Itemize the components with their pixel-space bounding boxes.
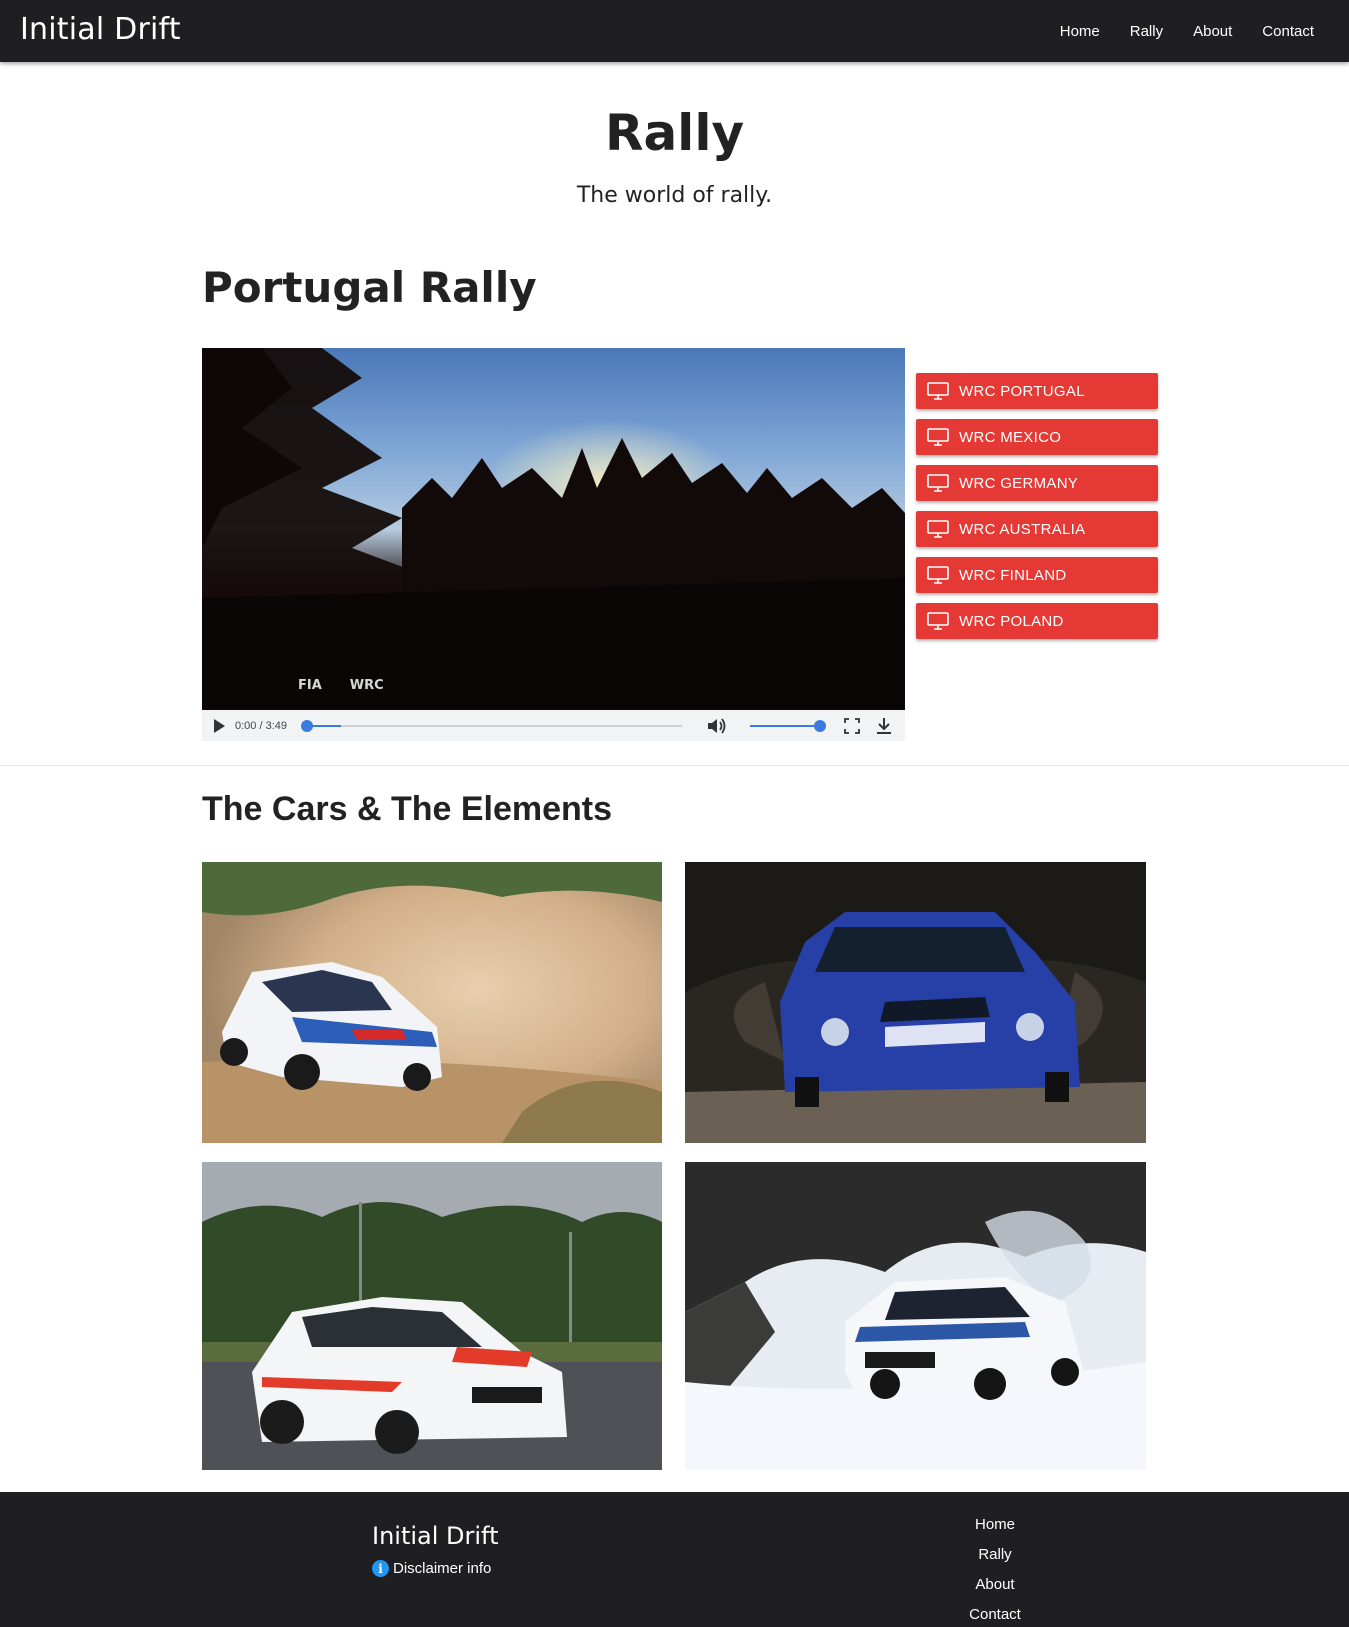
button-label: WRC POLAND xyxy=(959,612,1064,630)
volume-knob[interactable] xyxy=(814,719,826,732)
wrc-australia-button[interactable]: WRC AUSTRALIA xyxy=(916,511,1158,547)
wrc-finland-button[interactable]: WRC FINLAND xyxy=(916,557,1158,593)
nav-link-about[interactable]: About xyxy=(1193,23,1232,40)
play-icon[interactable] xyxy=(214,718,225,733)
footer-brand: Initial Drift xyxy=(372,1522,499,1550)
gallery-photo-blue-subaru xyxy=(685,862,1146,1143)
monitor-icon xyxy=(927,520,949,538)
section-divider xyxy=(0,765,1349,766)
info-icon: i xyxy=(372,1560,389,1577)
wrc-poland-button[interactable]: WRC POLAND xyxy=(916,603,1158,639)
video-section-title: Portugal Rally xyxy=(202,263,537,312)
monitor-icon xyxy=(927,382,949,400)
gallery-section-title: The Cars & The Elements xyxy=(202,790,613,828)
disclaimer-link[interactable]: i Disclaimer info xyxy=(372,1560,491,1577)
wrc-portugal-button[interactable]: WRC PORTUGAL xyxy=(916,373,1158,409)
page-title: Rally xyxy=(604,104,745,162)
monitor-icon xyxy=(927,474,949,492)
footer-links: Home Rally About Contact xyxy=(930,1510,1060,1627)
gallery-photo-snow-subaru xyxy=(685,1162,1146,1470)
rally-video-buttons: WRC PORTUGAL WRC MEXICO WRC GERMANY WRC … xyxy=(916,373,1158,649)
button-label: WRC PORTUGAL xyxy=(959,382,1085,400)
progress-knob[interactable] xyxy=(301,719,313,732)
video-progress-bar[interactable] xyxy=(301,719,682,732)
disclaimer-label: Disclaimer info xyxy=(393,1560,492,1577)
volume-fill xyxy=(750,724,820,727)
dust-rally-car-image xyxy=(202,862,662,1143)
video-player[interactable]: FIA WRC 0:00 / 3:49 xyxy=(202,348,905,741)
fullscreen-icon[interactable] xyxy=(844,717,860,734)
footer-link-home[interactable]: Home xyxy=(930,1510,1060,1540)
volume-icon[interactable] xyxy=(706,716,728,736)
button-label: WRC AUSTRALIA xyxy=(959,520,1086,538)
button-label: WRC GERMANY xyxy=(959,474,1079,492)
gallery-photo-dust-rally-car xyxy=(202,862,662,1143)
white-ds3-image xyxy=(202,1162,662,1470)
button-label: WRC MEXICO xyxy=(959,428,1062,446)
nav-link-contact[interactable]: Contact xyxy=(1262,23,1314,40)
fia-logo: FIA xyxy=(298,678,322,693)
nav-link-home[interactable]: Home xyxy=(1060,23,1100,40)
wrc-logo: WRC xyxy=(349,678,384,693)
snow-subaru-image xyxy=(685,1162,1146,1470)
footer-link-rally[interactable]: Rally xyxy=(930,1540,1060,1570)
download-icon[interactable] xyxy=(876,717,892,735)
footer-link-contact[interactable]: Contact xyxy=(930,1600,1060,1627)
wrc-germany-button[interactable]: WRC GERMANY xyxy=(916,465,1158,501)
nav-link-rally[interactable]: Rally xyxy=(1130,23,1163,40)
monitor-icon xyxy=(927,612,949,630)
brand-logo[interactable]: Initial Drift xyxy=(20,12,181,47)
video-still-image xyxy=(202,348,905,710)
gallery-photo-white-ds3 xyxy=(202,1162,662,1470)
monitor-icon xyxy=(927,428,949,446)
blue-subaru-image xyxy=(685,862,1146,1143)
volume-slider[interactable] xyxy=(750,719,826,732)
top-navbar: Initial Drift Home Rally About Contact xyxy=(0,0,1349,62)
video-time: 0:00 / 3:49 xyxy=(235,719,287,732)
footer-link-about[interactable]: About xyxy=(930,1570,1060,1600)
wrc-mexico-button[interactable]: WRC MEXICO xyxy=(916,419,1158,455)
video-frame[interactable]: FIA WRC xyxy=(202,348,905,710)
video-controls: 0:00 / 3:49 xyxy=(202,710,905,741)
button-label: WRC FINLAND xyxy=(959,566,1067,584)
monitor-icon xyxy=(927,566,949,584)
page-subtitle: The world of rally. xyxy=(576,183,773,208)
nav-links: Home Rally About Contact xyxy=(1060,0,1349,62)
video-logos: FIA WRC xyxy=(298,678,384,693)
footer: Initial Drift i Disclaimer info Home Ral… xyxy=(0,1492,1349,1627)
